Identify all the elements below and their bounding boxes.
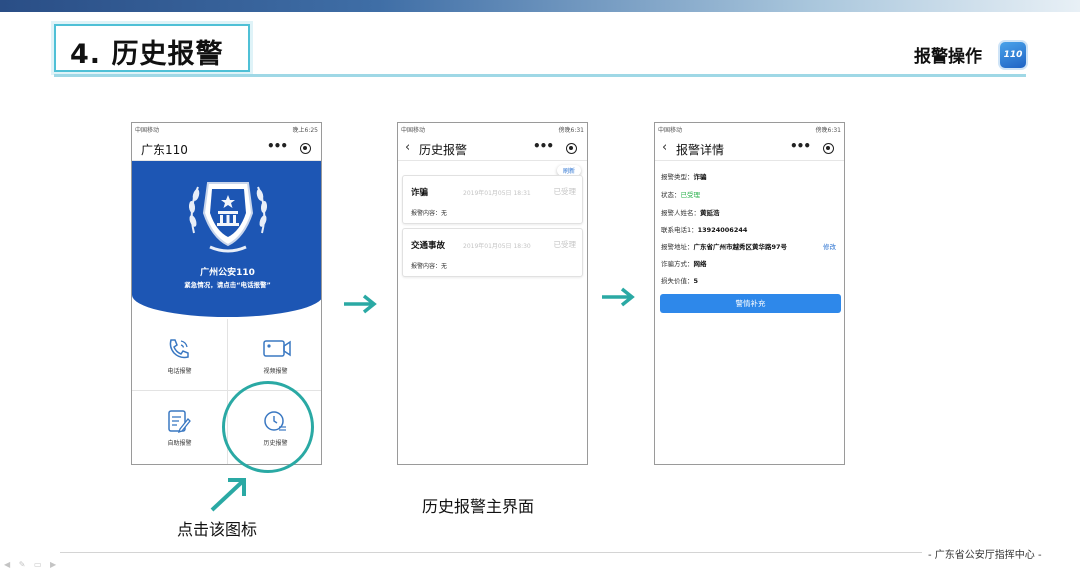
police-emblem-icon [188,182,268,253]
police-110-logo: 110 [998,40,1028,70]
record-type: 诈骗 [411,188,429,198]
status-bar: 中国移动 傍晚6:31 [655,123,844,135]
carrier-text: 中国移动 [135,127,160,134]
detail-row-phone: 联系电话1：13924006244 [661,226,748,234]
arrow-right-icon [344,294,377,314]
detail-row-fraud-method: 诈骗方式：网络 [661,260,707,268]
back-chevron-icon[interactable]: ‹ [662,140,667,155]
hero-banner: 广州公安110 紧急情况，请点击“电话报警” [132,161,321,317]
target-close-icon[interactable] [300,143,311,154]
form-edit-icon [168,410,191,433]
hero-subtitle: 紧急情况，请点击“电话报警” [184,281,271,289]
record-content: 报警内容：无 [411,210,448,217]
tile-self-service-alarm[interactable]: 自助报警 [132,391,227,461]
carrier-text: 中国移动 [658,127,683,134]
record-date: 2019年01月05日 18:30 [463,243,531,250]
tile-label: 视频报警 [263,368,288,375]
record-content: 报警内容：无 [411,263,448,270]
status-bar: 中国移动 晚上6:25 [132,123,321,135]
tile-phone-alarm[interactable]: 电话报警 [132,319,227,389]
clock-text: 晚上6:25 [292,127,318,134]
detail-row-address: 报警地址：广东省广州市越秀区黄华路97号 [661,243,788,251]
more-dots-icon[interactable]: ••• [533,139,554,153]
nav-bar: ‹ 报警详情 ••• [655,135,844,161]
tile-video-alarm[interactable]: 视频报警 [228,319,321,389]
slide-title: 4. 历史报警 [70,39,224,70]
phone-detail-screen: 中国移动 傍晚6:31 ‹ 报警详情 ••• 报警类型：诈骗 状态：已受理 报警… [654,122,845,465]
more-dots-icon[interactable]: ••• [267,139,288,153]
arrow-right-icon [602,287,635,307]
phone-call-icon [169,339,189,359]
clock-text: 傍晚6:31 [815,127,841,134]
footer-org: - 广东省公安厅指挥中心 - [928,550,1042,561]
record-type: 交通事故 [411,241,446,251]
edit-address-link[interactable]: 修改 [823,241,836,251]
carrier-text: 中国移动 [401,127,426,134]
record-status: 已受理 [553,187,577,196]
more-dots-icon[interactable]: ••• [790,139,811,153]
clock-text: 傍晚6:31 [558,127,584,134]
footer-divider [60,552,922,553]
record-status: 已受理 [553,240,577,249]
video-camera-icon [263,340,291,357]
status-bar: 中国移动 傍晚6:31 [398,123,587,135]
alarm-record-card[interactable]: 交通事故 2019年01月05日 18:30 已受理 报警内容：无 [402,228,583,277]
detail-row-type: 报警类型：诈骗 [661,173,707,181]
highlight-circle [222,381,314,473]
detail-row-status: 状态：已受理 [661,191,700,199]
tile-label: 自助报警 [167,440,192,447]
record-date: 2019年01月05日 18:31 [463,190,531,197]
arrow-up-right-icon [210,478,246,512]
nav-title: 广东110 [141,143,188,157]
logo-text: 110 [1003,50,1023,60]
target-close-icon[interactable] [823,143,834,154]
top-decor-band [0,0,1080,12]
supplement-info-button[interactable]: 警情补充 [660,294,841,313]
tile-label: 电话报警 [167,368,192,375]
nav-bar: ‹ 历史报警 ••• [398,135,587,161]
phone-history-screen: 中国移动 傍晚6:31 ‹ 历史报警 ••• 刷新 诈骗 2019年01月05日… [397,122,588,465]
caption-click-icon: 点击该图标 [177,520,258,539]
nav-bar: 广东110 ••• [132,135,321,161]
detail-row-name: 报警人姓名：黄延浩 [661,209,720,217]
back-chevron-icon[interactable]: ‹ [405,140,410,155]
slide-title-box: 4. 历史报警 [54,24,250,72]
alarm-record-card[interactable]: 诈骗 2019年01月05日 18:31 已受理 报警内容：无 [402,175,583,224]
target-close-icon[interactable] [566,143,577,154]
detail-row-loss-value: 损失价值：5 [661,277,699,285]
caption-history-main: 历史报警主界面 [422,497,535,516]
hero-title: 广州公安110 [200,268,255,278]
section-label: 报警操作 [914,47,982,67]
header-divider [54,74,1026,77]
nav-title: 报警详情 [676,143,725,157]
slide-controls[interactable]: ◀ ✎ ▭ ▶ [4,560,59,569]
nav-title: 历史报警 [419,143,468,157]
